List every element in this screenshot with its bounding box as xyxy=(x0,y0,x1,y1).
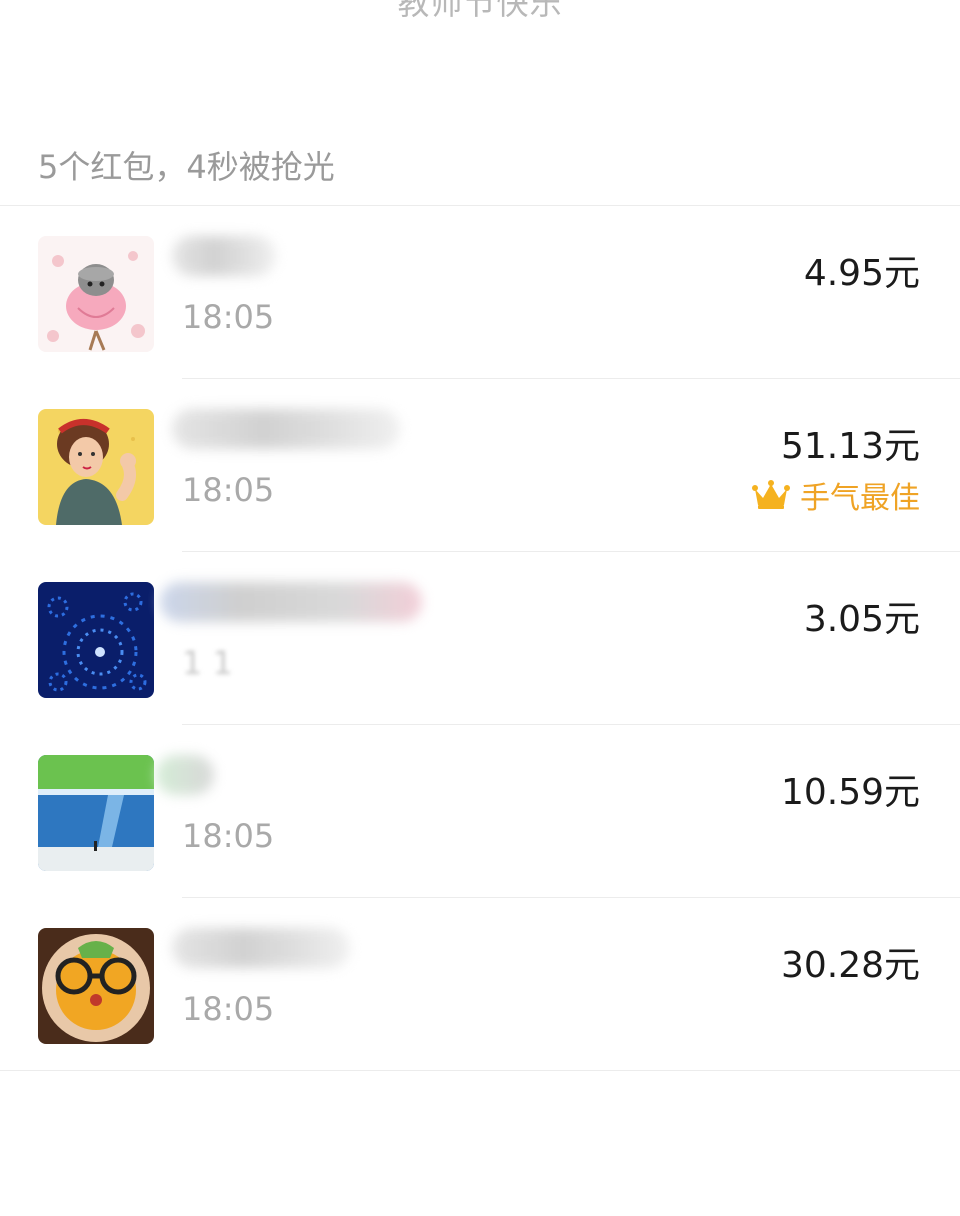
best-luck-label: 手气最佳 xyxy=(800,481,920,516)
claim-row[interactable]: 18:05 4.95元 xyxy=(0,206,960,379)
claim-amount: 3.05元 xyxy=(803,599,920,640)
claim-time: 1 1 xyxy=(182,644,233,682)
avatar[interactable] xyxy=(38,409,154,525)
avatar[interactable] xyxy=(38,755,154,871)
best-luck-badge: 手气最佳 xyxy=(752,473,920,517)
page-title: 教师节快乐 xyxy=(397,0,563,22)
packet-summary: 5个红包，4秒被抢光 xyxy=(38,148,335,186)
nickname-redacted xyxy=(172,236,276,276)
claim-row[interactable]: 18:05 30.28元 xyxy=(0,898,960,1071)
claim-amount: 30.28元 xyxy=(780,945,920,986)
claim-time: 18:05 xyxy=(182,298,275,336)
claim-time: 18:05 xyxy=(182,471,275,509)
nickname-redacted xyxy=(156,755,214,795)
avatar[interactable] xyxy=(38,236,154,352)
nickname-redacted xyxy=(172,409,400,449)
divider xyxy=(0,1070,960,1071)
claim-row[interactable]: 18:05 51.13元 手气最佳 xyxy=(0,379,960,552)
claim-amount: 10.59元 xyxy=(780,772,920,813)
claim-time: 18:05 xyxy=(182,990,275,1028)
claim-row[interactable]: 1 1 3.05元 xyxy=(0,552,960,725)
nickname-redacted xyxy=(160,582,422,622)
claim-time: 18:05 xyxy=(182,817,275,855)
nickname-redacted xyxy=(172,928,350,968)
claim-list: 18:05 4.95元 18:05 51.13元 手气最佳 1 1 3.05元 … xyxy=(0,206,960,1071)
crown-icon xyxy=(752,480,790,510)
claim-amount: 51.13元 xyxy=(780,426,920,467)
avatar[interactable] xyxy=(38,928,154,1044)
claim-row[interactable]: 18:05 10.59元 xyxy=(0,725,960,898)
avatar[interactable] xyxy=(38,582,154,698)
claim-amount: 4.95元 xyxy=(803,253,920,294)
